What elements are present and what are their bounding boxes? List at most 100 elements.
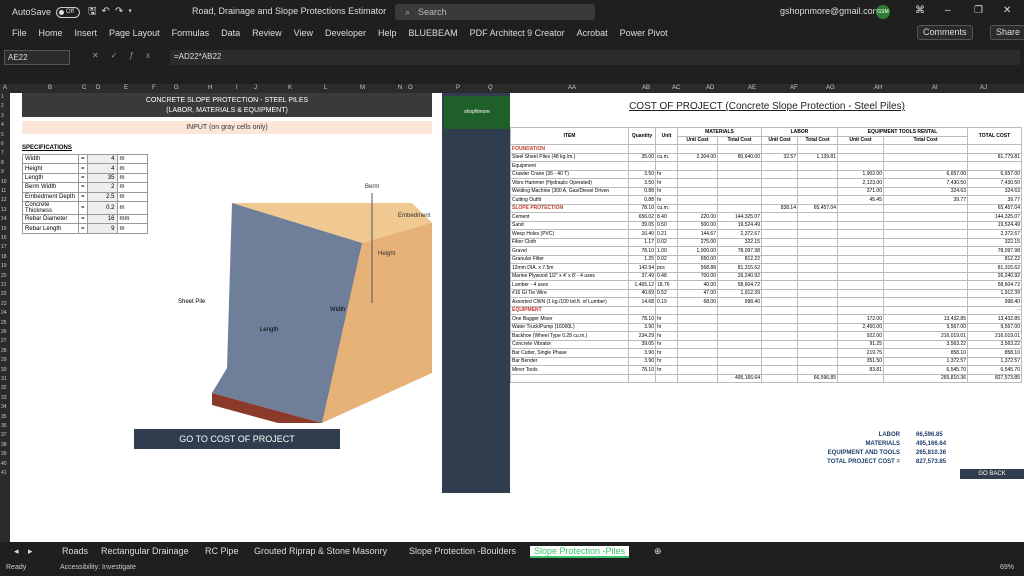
row-header[interactable]: 14: [1, 216, 7, 222]
cost-cell-tc[interactable]: 144,325.07: [967, 212, 1022, 222]
cost-cell-unit[interactable]: 8.40: [655, 212, 678, 222]
cost-cell-eu[interactable]: 2,123.00: [837, 178, 884, 188]
col-header[interactable]: AG: [826, 85, 835, 91]
cost-cell-eu[interactable]: 91.25: [837, 339, 884, 349]
cost-cell-qty[interactable]: 142.94: [628, 263, 656, 273]
tab-roads[interactable]: Roads: [62, 546, 88, 556]
cost-cell-unit[interactable]: [655, 373, 678, 383]
cost-cell-et[interactable]: [883, 144, 968, 154]
cost-cell-lu[interactable]: [761, 305, 798, 315]
cost-cell-mu[interactable]: [677, 144, 718, 154]
row-header[interactable]: 25: [1, 320, 7, 326]
cost-table[interactable]: ITEM Quantity Unit MATERIALS LABOR EQUIP…: [510, 127, 1022, 383]
cost-cell-unit[interactable]: 0.02: [655, 254, 678, 264]
cost-cell-et[interactable]: 265,810.36: [883, 373, 968, 383]
cost-cell-et[interactable]: 6,657.00: [883, 169, 968, 179]
cost-cell-tc[interactable]: 39.77: [967, 195, 1022, 205]
cost-cell-tc[interactable]: 6,545.70: [967, 365, 1022, 375]
cost-cell-unit[interactable]: cu.m.: [655, 203, 678, 213]
cost-cell-lu[interactable]: [761, 314, 798, 324]
cost-cell-unit[interactable]: hr: [655, 186, 678, 196]
cost-cell-lt[interactable]: [797, 212, 838, 222]
maximize-icon[interactable]: ❐: [974, 5, 983, 16]
cost-cell-unit[interactable]: hr: [655, 169, 678, 179]
search-box[interactable]: ⌕ Search: [395, 4, 595, 20]
cost-cell-tc[interactable]: [967, 161, 1022, 171]
cost-cell-tc[interactable]: -: [967, 305, 1022, 315]
cost-cell-mt[interactable]: [717, 203, 762, 213]
cost-cell-mt[interactable]: [717, 348, 762, 358]
tab-slope-piles[interactable]: Slope Protection -Piles: [530, 546, 630, 558]
cost-cell-qty[interactable]: [628, 305, 656, 315]
cost-cell-lt[interactable]: [797, 144, 838, 154]
row-header[interactable]: 22: [1, 291, 7, 297]
cost-cell-qty[interactable]: 3.90: [628, 348, 656, 358]
user-email[interactable]: gshopnmore@gmail.com: [780, 6, 880, 16]
cost-cell-lu[interactable]: [761, 212, 798, 222]
cost-cell-eu[interactable]: [837, 246, 884, 256]
cost-cell-tc[interactable]: 322.15: [967, 237, 1022, 247]
cost-cell-unit[interactable]: 18.76: [655, 280, 678, 290]
cost-cell-lu[interactable]: 32.57: [761, 152, 798, 162]
cost-cell-item[interactable]: Bar Bender: [510, 356, 629, 366]
cost-cell-lt[interactable]: [797, 297, 838, 307]
cost-cell-unit[interactable]: 1.00: [655, 246, 678, 256]
cost-cell-lt[interactable]: [797, 186, 838, 196]
cost-cell-mt[interactable]: 144,325.07: [717, 212, 762, 222]
cost-cell-lt[interactable]: [797, 229, 838, 239]
cost-cell-qty[interactable]: 37.49: [628, 271, 656, 281]
cost-cell-qty[interactable]: 16.40: [628, 229, 656, 239]
cost-cell-item[interactable]: Lumber - 4 uses: [510, 280, 629, 290]
cost-cell-tc[interactable]: 858.10: [967, 348, 1022, 358]
row-header[interactable]: 40: [1, 461, 7, 467]
cost-cell-tc[interactable]: 13,432.85: [967, 314, 1022, 324]
formula-icons[interactable]: ✕✓ƒx: [92, 51, 162, 60]
menu-power-pivot[interactable]: Power Pivot: [620, 28, 668, 38]
cost-cell-lu[interactable]: [761, 144, 798, 154]
cost-cell-lt[interactable]: [797, 305, 838, 315]
name-box[interactable]: AE22: [4, 50, 70, 65]
row-header[interactable]: 3: [1, 113, 4, 119]
cost-cell-lu[interactable]: [761, 254, 798, 264]
cost-cell-mu[interactable]: [677, 365, 718, 375]
cost-cell-tc[interactable]: 2,372.67: [967, 229, 1022, 239]
row-header[interactable]: 36: [1, 423, 7, 429]
cost-cell-qty[interactable]: 1.17: [628, 237, 656, 247]
cost-cell-lu[interactable]: [761, 237, 798, 247]
tab-grouted-riprap[interactable]: Grouted Riprap & Stone Masonry: [254, 546, 387, 556]
cost-cell-unit[interactable]: [655, 305, 678, 315]
cost-cell-tc[interactable]: 827,573.85: [967, 373, 1022, 383]
cost-cell-mt[interactable]: [717, 169, 762, 179]
cost-cell-tc[interactable]: 216,019.01: [967, 331, 1022, 341]
cost-cell-et[interactable]: [883, 229, 968, 239]
zoom-level[interactable]: 69%: [1000, 564, 1014, 571]
cost-cell-unit[interactable]: hr: [655, 314, 678, 324]
cost-cell-item[interactable]: Minor Tools: [510, 365, 629, 375]
cost-cell-mt[interactable]: [717, 161, 762, 171]
cost-cell-mt[interactable]: [717, 331, 762, 341]
share-button[interactable]: Share: [990, 25, 1024, 40]
cost-cell-qty[interactable]: 78.10: [628, 314, 656, 324]
row-header[interactable]: 39: [1, 451, 7, 457]
col-header[interactable]: AA: [568, 85, 576, 91]
menu-file[interactable]: File: [12, 28, 27, 38]
cost-cell-lt[interactable]: [797, 195, 838, 205]
cost-cell-mu[interactable]: [677, 195, 718, 205]
cost-cell-lu[interactable]: [761, 220, 798, 230]
cost-cell-et[interactable]: [883, 280, 968, 290]
cost-cell-lu[interactable]: [761, 288, 798, 298]
cost-cell-tc[interactable]: 9,567.00: [967, 322, 1022, 332]
cost-cell-qty[interactable]: 78.10: [628, 203, 656, 213]
cost-cell-item[interactable]: Assorted CWN (1 kg./100 bd.ft. of Lumber…: [510, 297, 629, 307]
cost-cell-item[interactable]: Concrete Vibrator: [510, 339, 629, 349]
cost-cell-et[interactable]: [883, 263, 968, 273]
col-header[interactable]: D: [96, 85, 100, 91]
col-header[interactable]: P: [456, 85, 460, 91]
row-header[interactable]: 38: [1, 442, 7, 448]
close-icon[interactable]: ✕: [1003, 5, 1011, 16]
cost-cell-et[interactable]: [883, 237, 968, 247]
cost-cell-unit[interactable]: hr: [655, 339, 678, 349]
cost-cell-lu[interactable]: [761, 373, 798, 383]
row-header[interactable]: 23: [1, 301, 7, 307]
row-header[interactable]: 16: [1, 235, 7, 241]
